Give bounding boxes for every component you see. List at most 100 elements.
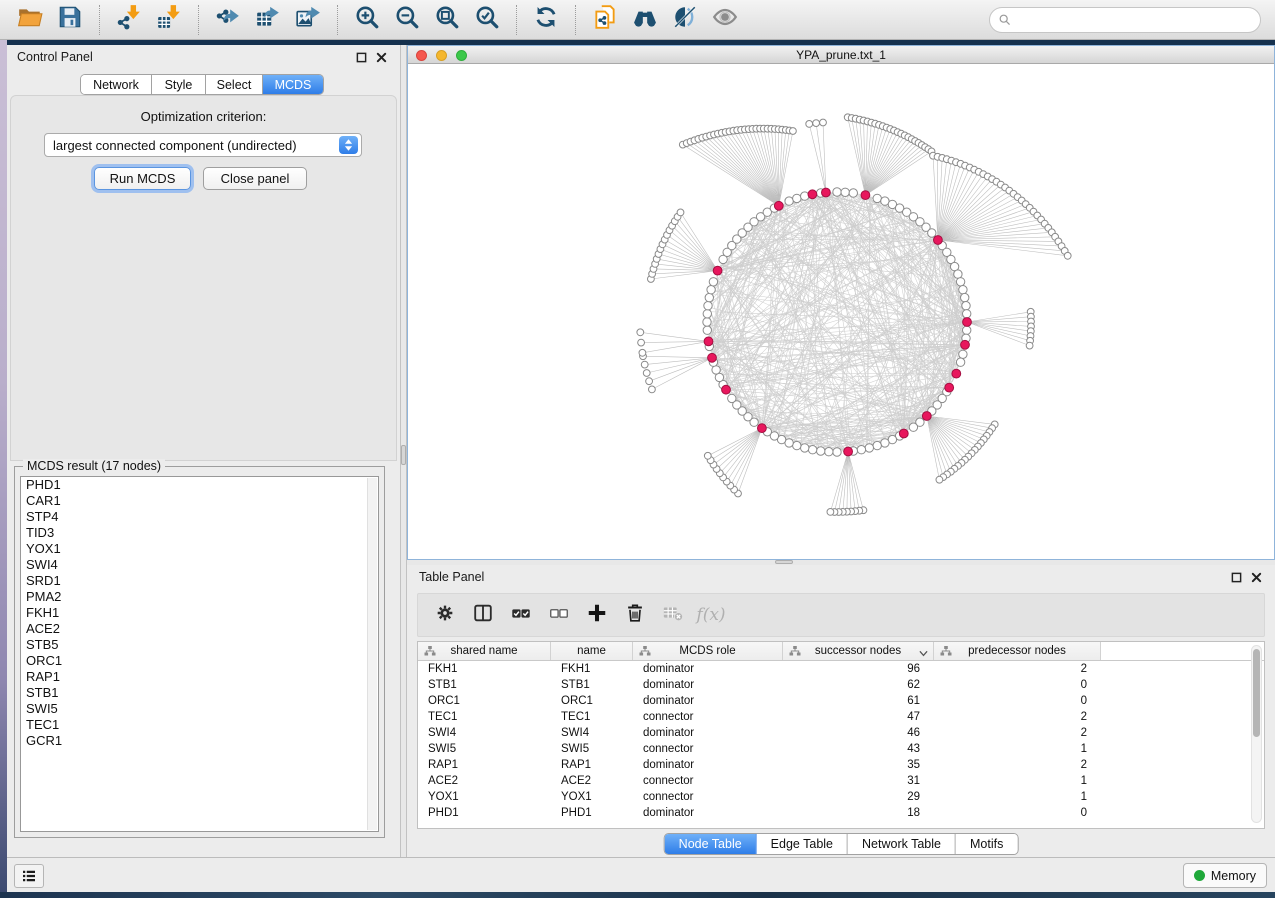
deselect-all-button[interactable] (544, 600, 574, 630)
mcds-result-item[interactable]: FKH1 (21, 605, 378, 621)
mcds-result-item[interactable]: SWI5 (21, 701, 378, 717)
close-panel-button[interactable]: Close panel (203, 167, 307, 190)
tab-edge-table[interactable]: Edge Table (757, 834, 848, 854)
table-row[interactable]: STB1STB1dominator620 (418, 677, 1264, 693)
vertical-splitter[interactable] (400, 45, 407, 857)
import-network-button[interactable] (114, 5, 144, 35)
table-row[interactable]: PHD1PHD1dominator180 (418, 805, 1264, 821)
criterion-dropdown[interactable]: largest connected component (undirected) (44, 133, 362, 157)
export-table-button[interactable] (253, 5, 283, 35)
cell-MCDS-role: connector (633, 741, 783, 757)
zoom-in-button[interactable] (352, 5, 382, 35)
save-button[interactable] (55, 5, 85, 35)
zoom-out-button[interactable] (392, 5, 422, 35)
mcds-list-scrollbar[interactable] (367, 478, 377, 830)
tab-motifs[interactable]: Motifs (956, 834, 1017, 854)
mcds-result-item[interactable]: SRD1 (21, 573, 378, 589)
tab-style[interactable]: Style (152, 75, 206, 94)
memory-button[interactable]: Memory (1183, 863, 1267, 888)
scrollbar-thumb[interactable] (1253, 649, 1260, 737)
toolbar-separator (99, 5, 100, 35)
mcds-result-item[interactable]: TID3 (21, 525, 378, 541)
export-network-button[interactable] (213, 5, 243, 35)
table-row[interactable]: SWI4SWI4dominator462 (418, 725, 1264, 741)
cell-MCDS-role: dominator (633, 677, 783, 693)
mcds-result-item[interactable]: PHD1 (21, 477, 378, 493)
cell-MCDS-role: connector (633, 709, 783, 725)
mcds-result-item[interactable]: YOX1 (21, 541, 378, 557)
tab-mcds[interactable]: MCDS (263, 75, 323, 94)
mcds-result-item[interactable]: PMA2 (21, 589, 378, 605)
mcds-result-item[interactable]: TEC1 (21, 717, 378, 733)
column-header-predecessor-nodes[interactable]: predecessor nodes (934, 642, 1101, 660)
table-row[interactable]: SWI5SWI5connector431 (418, 741, 1264, 757)
import-table-button[interactable] (154, 5, 184, 35)
zoom-fit-button[interactable] (432, 5, 462, 35)
cell-shared-name: ORC1 (418, 693, 551, 709)
zoom-in-icon (354, 4, 380, 35)
cell-shared-name: FKH1 (418, 661, 551, 677)
network-canvas[interactable] (408, 64, 1274, 559)
column-header-name[interactable]: name (551, 642, 633, 660)
float-window-icon[interactable] (1229, 570, 1243, 584)
zoom-selected-icon (474, 4, 500, 35)
refresh-button[interactable] (531, 5, 561, 35)
search-box[interactable] (989, 7, 1261, 33)
float-window-icon[interactable] (354, 50, 368, 64)
column-header-MCDS-role[interactable]: MCDS role (633, 642, 783, 660)
table-row[interactable]: FKH1FKH1dominator962 (418, 661, 1264, 677)
tab-network[interactable]: Network (81, 75, 152, 94)
splitter-handle[interactable] (775, 560, 793, 564)
find-button[interactable] (630, 5, 660, 35)
mcds-result-item[interactable]: GCR1 (21, 733, 378, 749)
cell-predecessor-nodes: 1 (934, 789, 1101, 805)
delete-button[interactable] (620, 600, 650, 630)
table-row[interactable]: YOX1YOX1connector291 (418, 789, 1264, 805)
table-scrollbar[interactable] (1251, 645, 1262, 823)
find-icon (632, 4, 658, 35)
close-icon[interactable] (374, 50, 388, 64)
cell-name: SWI4 (551, 725, 633, 741)
mcds-result-item[interactable]: ORC1 (21, 653, 378, 669)
zoom-out-icon (394, 4, 420, 35)
mcds-result-item[interactable]: RAP1 (21, 669, 378, 685)
control-panel: Control Panel NetworkStyleSelectMCDS Opt… (7, 45, 400, 857)
mcds-result-item[interactable]: ACE2 (21, 621, 378, 637)
network-graph[interactable] (408, 64, 1274, 559)
panel-menu-button[interactable] (14, 864, 44, 888)
cell-name: ORC1 (551, 693, 633, 709)
table-row[interactable]: ACE2ACE2connector311 (418, 773, 1264, 789)
select-all-button[interactable] (506, 600, 536, 630)
graphics-details-button[interactable] (670, 5, 700, 35)
gear-button[interactable] (430, 600, 460, 630)
tab-network-table[interactable]: Network Table (848, 834, 956, 854)
close-icon[interactable] (1249, 570, 1263, 584)
mcds-result-item[interactable]: STB5 (21, 637, 378, 653)
run-mcds-button[interactable]: Run MCDS (94, 167, 191, 190)
mcds-result-item[interactable]: CAR1 (21, 493, 378, 509)
column-header-successor-nodes[interactable]: successor nodes (783, 642, 934, 660)
mcds-result-item[interactable]: STB1 (21, 685, 378, 701)
mcds-result-item[interactable]: STP4 (21, 509, 378, 525)
export-image-button[interactable] (293, 5, 323, 35)
table-panel-title: Table Panel (419, 570, 484, 584)
tab-select[interactable]: Select (206, 75, 263, 94)
add-button[interactable] (582, 600, 612, 630)
eye-button[interactable] (710, 5, 740, 35)
mcds-result-list[interactable]: PHD1CAR1STP4TID3YOX1SWI4SRD1PMA2FKH1ACE2… (20, 476, 379, 832)
control-panel-title: Control Panel (17, 50, 93, 64)
columns-button[interactable] (468, 600, 498, 630)
open-button[interactable] (15, 5, 45, 35)
search-input[interactable] (1017, 13, 1252, 28)
table-row[interactable]: TEC1TEC1connector472 (418, 709, 1264, 725)
add-icon (586, 602, 608, 629)
export-network-icon (215, 4, 241, 35)
mcds-result-item[interactable]: SWI4 (21, 557, 378, 573)
column-header-shared-name[interactable]: shared name (418, 642, 551, 660)
table-row[interactable]: RAP1RAP1dominator352 (418, 757, 1264, 773)
table-row[interactable]: ORC1ORC1dominator610 (418, 693, 1264, 709)
clone-network-button[interactable] (590, 5, 620, 35)
zoom-selected-button[interactable] (472, 5, 502, 35)
tab-node-table[interactable]: Node Table (665, 834, 757, 854)
splitter-handle[interactable] (401, 445, 406, 465)
